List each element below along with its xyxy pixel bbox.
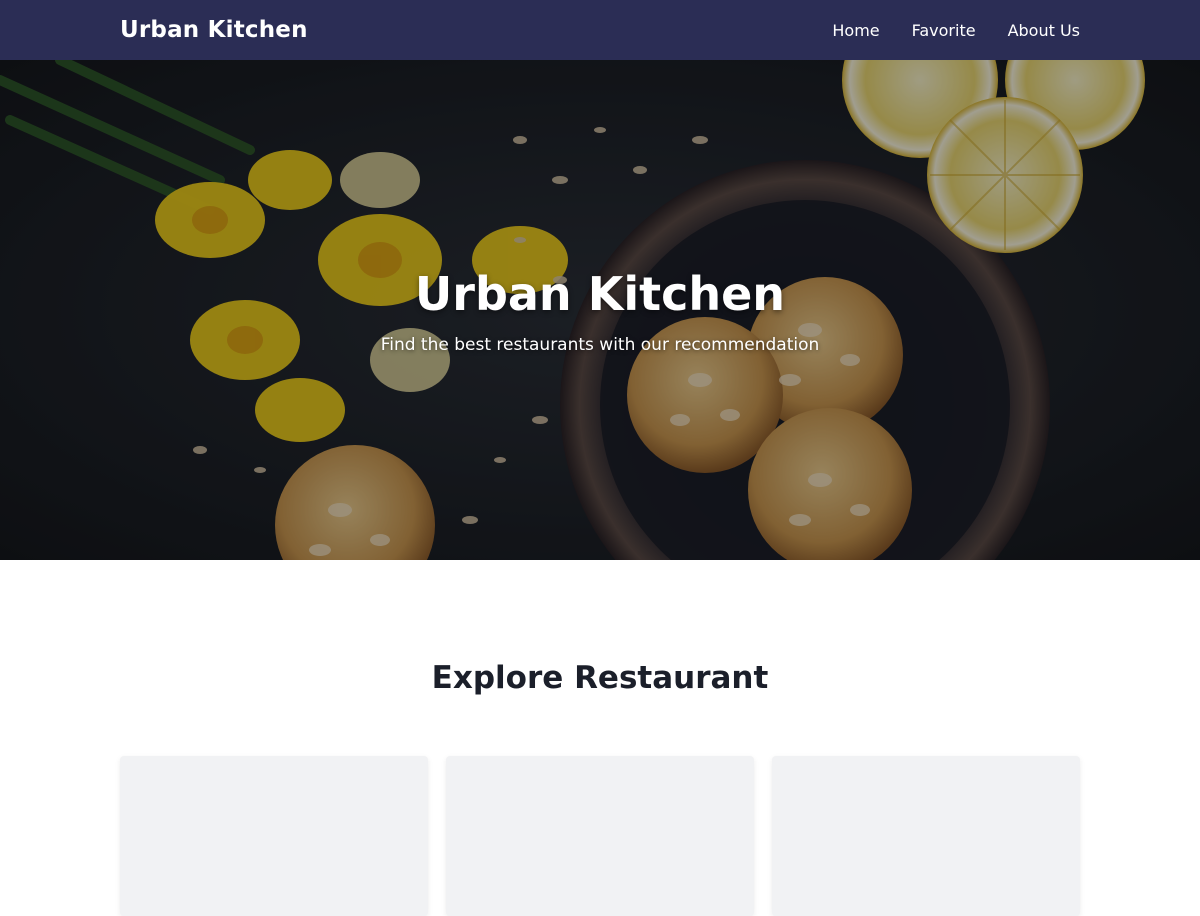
hero-text: Urban Kitchen Find the best restaurants … [0,265,1200,355]
hero-subtitle: Find the best restaurants with our recom… [380,335,820,355]
nav-link-about-us[interactable]: About Us [1008,21,1080,40]
navbar: Urban Kitchen Home Favorite About Us [0,0,1200,60]
hero-title: Urban Kitchen [414,267,786,321]
hero-banner: Urban Kitchen Find the best restaurants … [0,60,1200,560]
restaurant-card-skeleton[interactable] [446,756,754,916]
restaurant-card-skeleton[interactable] [772,756,1080,916]
brand-logo-link[interactable]: Urban Kitchen [120,17,308,43]
restaurant-card-skeleton[interactable] [120,756,428,916]
nav-link-home[interactable]: Home [832,21,879,40]
nav-link-favorite[interactable]: Favorite [912,21,976,40]
restaurant-cards [120,756,1080,916]
section-title: Explore Restaurant [431,660,769,696]
nav-links: Home Favorite About Us [832,21,1080,40]
